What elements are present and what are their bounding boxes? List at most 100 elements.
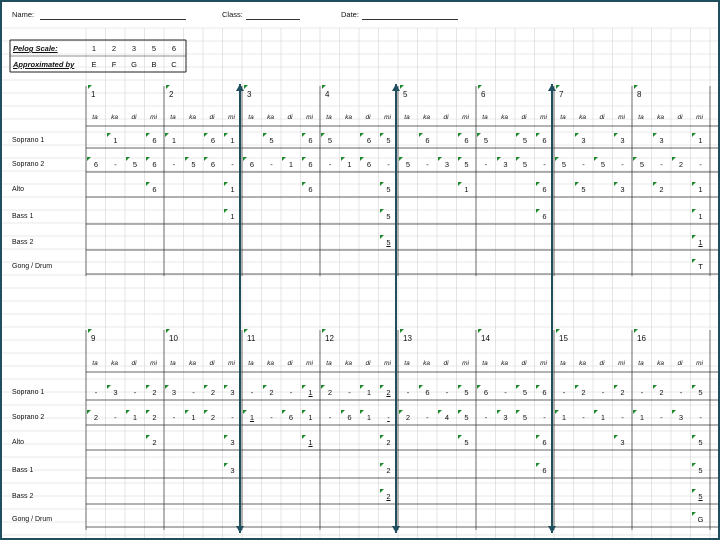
beat-syllable: mi [384, 114, 391, 121]
note-cell: 6 [308, 185, 313, 194]
measure-number: 11 [247, 334, 256, 343]
note-cell: 2 [152, 413, 157, 422]
note-cell: - [172, 160, 176, 169]
corner-marker-icon [301, 435, 306, 439]
beat-syllable: di [521, 114, 527, 121]
corner-marker-icon [204, 385, 208, 389]
part-label-soprano1: Soprano 1 [12, 389, 45, 396]
note-cell: - [484, 160, 488, 169]
corner-marker-icon [282, 410, 286, 414]
beat-syllable: di [365, 360, 371, 367]
note-cell: 1 [698, 185, 703, 194]
beat-syllable: di [677, 360, 683, 367]
note-cell: 1 [249, 413, 255, 422]
note-cell: 3 [620, 185, 625, 194]
note-cell: 1 [171, 136, 177, 145]
pelog-scale-label: Pelog Scale: [13, 44, 58, 53]
beat-syllable: mi [462, 114, 469, 121]
beat-syllable: di [443, 114, 449, 121]
corner-marker-icon [262, 385, 267, 389]
note-cell: 2 [581, 388, 586, 397]
arrow-head-icon [392, 526, 400, 533]
note-cell: 5 [386, 185, 391, 194]
corner-marker-icon [457, 385, 462, 389]
beat-syllable: ta [404, 360, 410, 367]
note-cell: 6 [288, 413, 294, 422]
corner-marker-icon [360, 133, 364, 137]
corner-marker-icon [184, 157, 189, 161]
note-cell: - [699, 160, 702, 169]
note-cell: - [445, 388, 449, 397]
note-cell: 6 [542, 466, 547, 475]
note-cell: - [94, 388, 98, 397]
note-cell: - [348, 388, 351, 397]
corner-marker-icon [535, 182, 540, 186]
beat-syllable: di [599, 114, 605, 121]
note-cell: 6 [366, 160, 372, 169]
corner-marker-icon [594, 410, 598, 414]
worksheet-page: { "header": { "name_label": "Name:", "cl… [0, 0, 720, 540]
measure-number: 8 [637, 90, 642, 99]
corner-marker-icon [477, 133, 481, 137]
note-cell: 5 [269, 136, 274, 145]
corner-marker-icon [672, 410, 676, 414]
part-label-bass1: Bass 1 [12, 467, 34, 474]
beat-syllable: ka [657, 114, 664, 121]
beat-syllable: ta [92, 114, 98, 121]
corner-marker-icon [613, 182, 618, 186]
corner-marker-icon [165, 385, 169, 389]
corner-marker-icon [496, 410, 501, 414]
note-cell: 1 [113, 136, 118, 145]
beat-syllable: ta [560, 114, 566, 121]
corner-marker-icon [126, 410, 130, 414]
beat-syllable: ka [267, 360, 274, 367]
note-cell: 5 [405, 160, 411, 169]
measure-number: 1 [91, 90, 96, 99]
corner-marker-icon [555, 157, 559, 161]
corner-marker-icon [691, 209, 696, 213]
beat-syllable: mi [540, 114, 547, 121]
note-cell: 3 [503, 413, 508, 422]
corner-marker-icon [633, 157, 637, 161]
beat-syllable: di [443, 360, 449, 367]
corner-marker-icon [496, 157, 501, 161]
corner-marker-icon [379, 182, 384, 186]
part-label-alto: Alto [12, 186, 25, 193]
scale-degree: 1 [91, 44, 97, 53]
beat-syllable: mi [228, 114, 235, 121]
measure-number: 4 [325, 90, 330, 99]
arrow-head-icon [236, 84, 244, 91]
beat-syllable: ta [326, 114, 332, 121]
arrow-head-icon [548, 84, 556, 91]
note-cell: 5 [464, 160, 469, 169]
corner-marker-icon [106, 133, 111, 137]
note-cell: 5 [464, 438, 469, 447]
note-cell: - [621, 413, 624, 422]
corner-marker-icon [204, 133, 208, 137]
scale-note: B [151, 60, 157, 69]
approximated-by-label: Approximated by [13, 60, 75, 69]
note-cell: 6 [152, 160, 157, 169]
corner-marker-icon [360, 157, 364, 161]
beat-syllable: ta [248, 360, 254, 367]
beat-syllable: mi [462, 360, 469, 367]
corner-marker-icon [438, 157, 442, 161]
part-label-bass1: Bass 1 [12, 213, 34, 220]
corner-marker-icon [360, 410, 364, 414]
note-cell: 2 [210, 388, 216, 397]
note-cell: 1 [230, 136, 235, 145]
corner-marker-icon [301, 182, 306, 186]
beat-syllable: ka [501, 114, 508, 121]
note-cell: 1 [561, 413, 567, 422]
note-cell: 5 [522, 388, 528, 397]
part-label-alto: Alto [12, 439, 25, 446]
note-cell: 3 [171, 388, 177, 397]
beat-syllable: ta [248, 114, 254, 121]
note-cell: 2 [386, 388, 391, 397]
part-label-soprano1: Soprano 1 [12, 137, 45, 144]
beat-syllable: ka [345, 114, 352, 121]
measure-number: 3 [247, 90, 252, 99]
note-cell: 5 [386, 136, 391, 145]
corner-marker-icon [691, 259, 696, 263]
corner-marker-icon [613, 133, 618, 137]
